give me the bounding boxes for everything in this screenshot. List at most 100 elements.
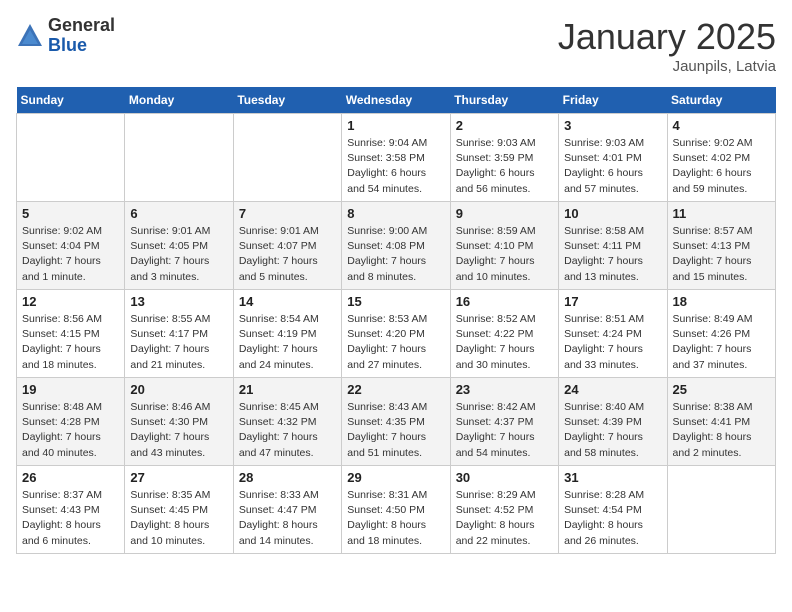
day-info: Sunrise: 8:31 AM Sunset: 4:50 PM Dayligh… [347,488,444,549]
calendar-day-cell: 31Sunrise: 8:28 AM Sunset: 4:54 PM Dayli… [559,466,667,554]
calendar-day-cell: 26Sunrise: 8:37 AM Sunset: 4:43 PM Dayli… [17,466,125,554]
calendar-day-cell: 15 Sunrise: 8:53 AM Sunset: 4:20 PM Dayli… [342,290,450,378]
day-info: Sunrise: 8:29 AM Sunset: 4:52 PM Dayligh… [456,488,553,549]
day-number: 12 [22,294,119,309]
calendar-day-cell: 5 Sunrise: 9:02 AM Sunset: 4:04 PM Daylig… [17,202,125,290]
calendar-header: SundayMondayTuesdayWednesdayThursdayFrid… [17,87,776,114]
calendar-day-cell: 8Sunrise: 9:00 AM Sunset: 4:08 PM Daylig… [342,202,450,290]
calendar-day-cell: 22Sunrise: 8:43 AM Sunset: 4:35 PM Dayli… [342,378,450,466]
day-number: 28 [239,470,336,485]
day-number: 24 [564,382,661,397]
day-number: 27 [130,470,227,485]
day-info: Sunrise: 9:02 AM Sunset: 4:04 PM Dayligh… [22,224,119,285]
day-number: 20 [130,382,227,397]
day-info: Sunrise: 8:37 AM Sunset: 4:43 PM Dayligh… [22,488,119,549]
logo: General Blue [16,16,115,56]
day-info: Sunrise: 8:28 AM Sunset: 4:54 PM Dayligh… [564,488,661,549]
day-info: Sunrise: 9:03 AM Sunset: 4:01 PM Dayligh… [564,136,661,197]
day-info: Sunrise: 8:40 AM Sunset: 4:39 PM Dayligh… [564,400,661,461]
calendar-day-cell: 12 Sunrise: 8:56 AM Sunset: 4:15 PM Dayli… [17,290,125,378]
day-number: 6 [130,206,227,221]
day-number: 7 [239,206,336,221]
calendar-day-cell: 3 Sunrise: 9:03 AM Sunset: 4:01 PM Daylig… [559,114,667,202]
day-number: 30 [456,470,553,485]
day-info: Sunrise: 8:46 AM Sunset: 4:30 PM Dayligh… [130,400,227,461]
weekday-row: SundayMondayTuesdayWednesdayThursdayFrid… [17,87,776,114]
day-number: 13 [130,294,227,309]
day-info: Sunrise: 8:42 AM Sunset: 4:37 PM Dayligh… [456,400,553,461]
day-info: Sunrise: 8:35 AM Sunset: 4:45 PM Dayligh… [130,488,227,549]
calendar-day-cell: 10Sunrise: 8:58 AM Sunset: 4:11 PM Dayli… [559,202,667,290]
day-info: Sunrise: 9:01 AM Sunset: 4:07 PM Dayligh… [239,224,336,285]
day-info: Sunrise: 8:55 AM Sunset: 4:17 PM Dayligh… [130,312,227,373]
day-number: 11 [673,206,770,221]
day-number: 3 [564,118,661,133]
day-info: Sunrise: 8:33 AM Sunset: 4:47 PM Dayligh… [239,488,336,549]
day-number: 4 [673,118,770,133]
day-info: Sunrise: 8:56 AM Sunset: 4:15 PM Dayligh… [22,312,119,373]
title-area: January 2025 Jaunpils, Latvia [558,16,776,75]
day-info: Sunrise: 8:48 AM Sunset: 4:28 PM Dayligh… [22,400,119,461]
calendar-day-cell: 17Sunrise: 8:51 AM Sunset: 4:24 PM Dayli… [559,290,667,378]
calendar-table: SundayMondayTuesdayWednesdayThursdayFrid… [16,87,776,554]
day-number: 21 [239,382,336,397]
logo-icon [16,22,44,50]
calendar-week-row: 19 Sunrise: 8:48 AM Sunset: 4:28 PM Dayli… [17,378,776,466]
calendar-day-cell: 28 Sunrise: 8:33 AM Sunset: 4:47 PM Dayli… [233,466,341,554]
weekday-header-wednesday: Wednesday [342,87,450,114]
day-info: Sunrise: 8:54 AM Sunset: 4:19 PM Dayligh… [239,312,336,373]
logo-general-text: General [48,16,115,36]
day-number: 9 [456,206,553,221]
day-info: Sunrise: 9:03 AM Sunset: 3:59 PM Dayligh… [456,136,553,197]
weekday-header-monday: Monday [125,87,233,114]
calendar-week-row: 1Sunrise: 9:04 AM Sunset: 3:58 PM Daylig… [17,114,776,202]
day-number: 2 [456,118,553,133]
day-number: 23 [456,382,553,397]
weekday-header-thursday: Thursday [450,87,558,114]
day-info: Sunrise: 9:02 AM Sunset: 4:02 PM Dayligh… [673,136,770,197]
calendar-day-cell: 18 Sunrise: 8:49 AM Sunset: 4:26 PM Dayli… [667,290,775,378]
calendar-day-cell: 21 Sunrise: 8:45 AM Sunset: 4:32 PM Dayli… [233,378,341,466]
calendar-day-cell: 23 Sunrise: 8:42 AM Sunset: 4:37 PM Dayli… [450,378,558,466]
day-number: 18 [673,294,770,309]
day-number: 5 [22,206,119,221]
calendar-day-cell: 30 Sunrise: 8:29 AM Sunset: 4:52 PM Dayli… [450,466,558,554]
calendar-day-cell: 14 Sunrise: 8:54 AM Sunset: 4:19 PM Dayli… [233,290,341,378]
day-number: 17 [564,294,661,309]
day-info: Sunrise: 9:00 AM Sunset: 4:08 PM Dayligh… [347,224,444,285]
day-info: Sunrise: 8:57 AM Sunset: 4:13 PM Dayligh… [673,224,770,285]
day-info: Sunrise: 8:45 AM Sunset: 4:32 PM Dayligh… [239,400,336,461]
calendar-day-cell: 27 Sunrise: 8:35 AM Sunset: 4:45 PM Dayli… [125,466,233,554]
month-title: January 2025 [558,16,776,58]
calendar-day-cell: 7 Sunrise: 9:01 AM Sunset: 4:07 PM Daylig… [233,202,341,290]
day-info: Sunrise: 8:49 AM Sunset: 4:26 PM Dayligh… [673,312,770,373]
day-number: 14 [239,294,336,309]
logo-blue-text: Blue [48,36,115,56]
day-number: 16 [456,294,553,309]
calendar-day-cell: 13 Sunrise: 8:55 AM Sunset: 4:17 PM Dayli… [125,290,233,378]
day-info: Sunrise: 9:04 AM Sunset: 3:58 PM Dayligh… [347,136,444,197]
calendar-day-cell: 1Sunrise: 9:04 AM Sunset: 3:58 PM Daylig… [342,114,450,202]
day-info: Sunrise: 8:52 AM Sunset: 4:22 PM Dayligh… [456,312,553,373]
empty-day-cell [125,114,233,202]
calendar-day-cell: 20 Sunrise: 8:46 AM Sunset: 4:30 PM Dayli… [125,378,233,466]
calendar-week-row: 12 Sunrise: 8:56 AM Sunset: 4:15 PM Dayli… [17,290,776,378]
day-number: 19 [22,382,119,397]
day-number: 10 [564,206,661,221]
calendar-day-cell: 19 Sunrise: 8:48 AM Sunset: 4:28 PM Dayli… [17,378,125,466]
weekday-header-friday: Friday [559,87,667,114]
calendar-day-cell: 16 Sunrise: 8:52 AM Sunset: 4:22 PM Dayli… [450,290,558,378]
calendar-week-row: 5 Sunrise: 9:02 AM Sunset: 4:04 PM Daylig… [17,202,776,290]
page-header: General Blue January 2025 Jaunpils, Latv… [16,16,776,75]
day-info: Sunrise: 8:53 AM Sunset: 4:20 PM Dayligh… [347,312,444,373]
day-number: 15 [347,294,444,309]
location: Jaunpils, Latvia [558,58,776,75]
logo-text: General Blue [48,16,115,56]
weekday-header-sunday: Sunday [17,87,125,114]
empty-day-cell [667,466,775,554]
calendar-body: 1Sunrise: 9:04 AM Sunset: 3:58 PM Daylig… [17,114,776,554]
weekday-header-tuesday: Tuesday [233,87,341,114]
calendar-day-cell: 6Sunrise: 9:01 AM Sunset: 4:05 PM Daylig… [125,202,233,290]
calendar-day-cell: 9Sunrise: 8:59 AM Sunset: 4:10 PM Daylig… [450,202,558,290]
calendar-day-cell: 25Sunrise: 8:38 AM Sunset: 4:41 PM Dayli… [667,378,775,466]
